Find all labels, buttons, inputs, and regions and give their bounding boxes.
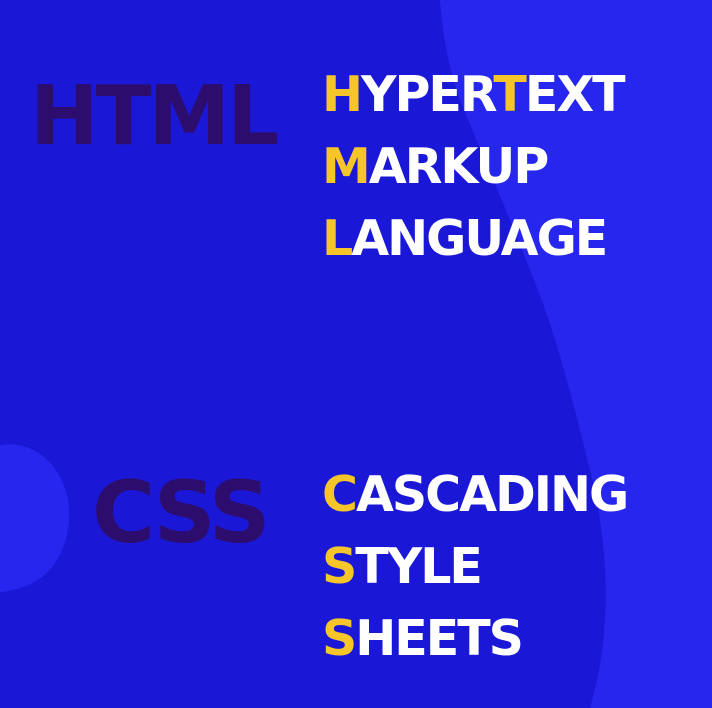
html-expansion-line: HYPERTEXT — [322, 70, 626, 142]
word-rest: ASCADING — [355, 466, 629, 523]
css-expansion-line: STYLE — [322, 542, 627, 614]
highlight-letter: S — [322, 610, 357, 667]
css-acronym: CSS — [92, 463, 271, 563]
highlight-letter: H — [322, 66, 363, 123]
highlight-letter: M — [322, 138, 371, 195]
highlight-letter: C — [322, 466, 358, 523]
highlight-letter: T — [493, 66, 526, 123]
word-rest: YPER — [361, 66, 495, 123]
css-expansion-line: CASCADING — [322, 470, 629, 542]
css-expansion: CASCADING STYLE SHEETS — [322, 470, 629, 686]
html-expansion-line: LANGUAGE — [322, 214, 624, 286]
html-expansion: HYPERTEXT MARKUP LANGUAGE — [322, 70, 626, 286]
html-acronym: HTML — [30, 69, 279, 164]
html-expansion-line: MARKUP — [322, 142, 624, 214]
css-expansion-line: SHEETS — [322, 614, 627, 686]
word-rest: HEETS — [355, 610, 524, 667]
highlight-letter: L — [322, 210, 353, 267]
blob-shape-left — [0, 444, 70, 592]
word-rest: EXT — [524, 66, 626, 123]
word-rest: ANGUAGE — [351, 210, 608, 267]
word-rest: ARKUP — [368, 138, 549, 195]
highlight-letter: S — [322, 538, 357, 595]
word-rest: TYLE — [355, 538, 483, 595]
